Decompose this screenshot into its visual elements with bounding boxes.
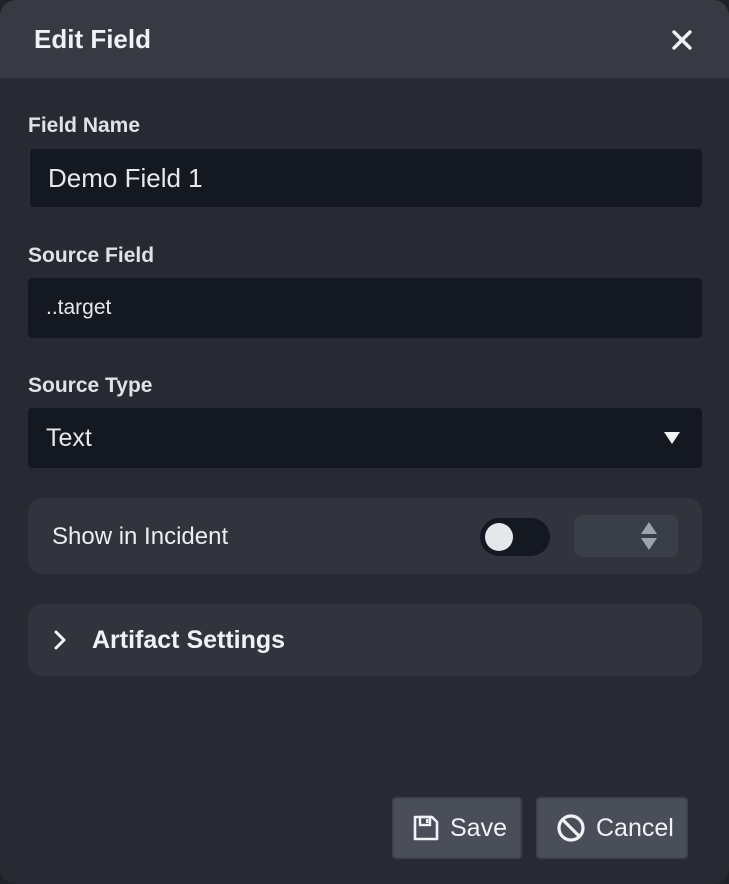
dialog-header: Edit Field [0, 0, 729, 78]
show-in-incident-toggle[interactable] [480, 518, 550, 556]
floppy-disk-icon [413, 815, 439, 841]
chevron-right-icon [54, 630, 66, 650]
field-name-label: Field Name [28, 114, 141, 137]
show-in-incident-label: Show in Incident [52, 523, 229, 550]
ban-icon [557, 814, 585, 842]
close-icon [672, 30, 692, 50]
source-field-input[interactable] [28, 278, 702, 338]
save-button-label: Save [450, 814, 507, 842]
dialog-title: Edit Field [34, 24, 151, 54]
save-button[interactable]: Save [392, 797, 522, 859]
stepper-up-icon[interactable] [638, 521, 660, 535]
source-type-label: Source Type [28, 374, 153, 397]
source-type-select[interactable]: Text [28, 408, 702, 468]
show-in-incident-row: Show in Incident [28, 498, 702, 574]
toggle-knob [485, 523, 513, 551]
source-field-label: Source Field [28, 244, 155, 267]
close-button[interactable] [664, 22, 700, 58]
artifact-settings-accordion[interactable]: Artifact Settings [28, 604, 702, 676]
artifact-settings-label: Artifact Settings [92, 626, 286, 654]
incident-order-stepper[interactable] [574, 515, 678, 557]
field-name-input[interactable] [28, 149, 702, 207]
edit-field-dialog: Edit Field Field Name Source Field Sourc… [0, 0, 729, 884]
cancel-button-label: Cancel [596, 814, 674, 842]
source-type-selected-value: Text [46, 424, 92, 452]
stepper-down-icon[interactable] [638, 537, 660, 551]
caret-down-icon [664, 432, 680, 444]
cancel-button[interactable]: Cancel [536, 797, 688, 859]
